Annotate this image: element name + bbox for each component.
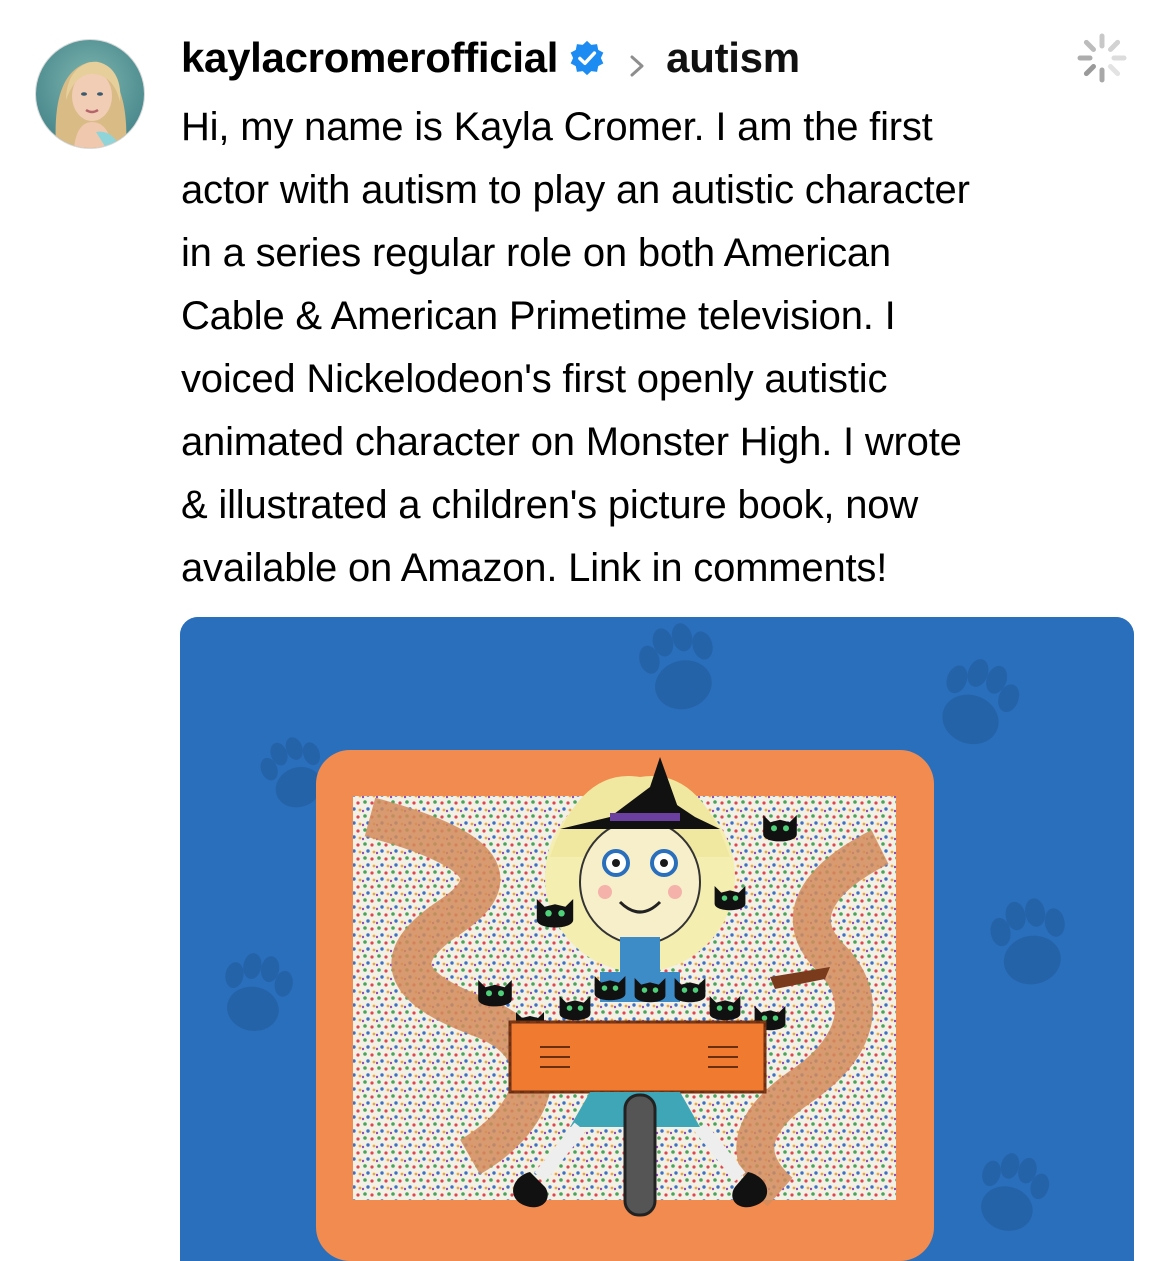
avatar[interactable]	[36, 40, 144, 148]
post-image[interactable]	[180, 617, 1134, 1261]
post-header: kaylacromerofficial autism	[181, 30, 800, 86]
profile-photo	[36, 40, 144, 148]
username-link[interactable]: kaylacromerofficial	[181, 34, 558, 82]
book-cover-illustration	[180, 617, 1134, 1261]
community-link[interactable]: autism	[666, 34, 800, 82]
post-body-text: Hi, my name is Kayla Cromer. I am the fi…	[181, 105, 970, 590]
loading-spinner-icon	[1076, 32, 1128, 84]
chevron-right-icon	[624, 43, 650, 77]
verified-badge-icon	[568, 39, 606, 77]
